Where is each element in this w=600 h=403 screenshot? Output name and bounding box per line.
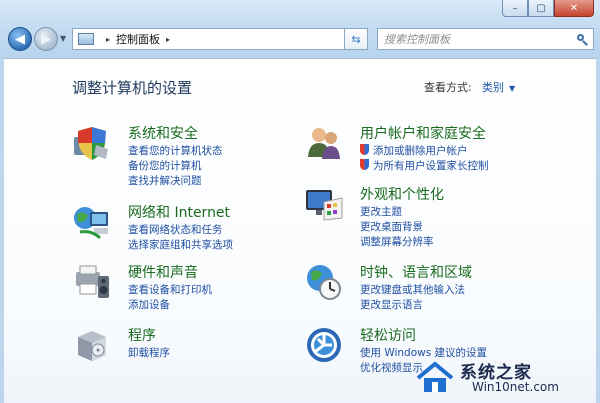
view-by-value[interactable]: 类别 [482,81,504,94]
category-title[interactable]: 用户帐户和家庭安全 [360,123,486,143]
category-title[interactable]: 系统和安全 [128,123,198,143]
link-parental-controls[interactable]: 为所有用户设置家长控制 [360,159,489,174]
programs-box-icon[interactable] [72,325,112,365]
link-add-remove-accounts[interactable]: 添加或删除用户帐户 [360,144,489,159]
category-links: 查看网络状态和任务 选择家庭组和共享选项 [128,223,233,253]
category-links: 更改主题 更改桌面背景 调整屏幕分辨率 [360,205,434,250]
category-links: 卸载程序 [128,346,170,361]
back-button[interactable]: ◀ [8,27,32,51]
category-links: 更改键盘或其他输入法 更改显示语言 [360,283,465,313]
network-globe-icon[interactable] [72,202,112,242]
search-icon[interactable] [577,33,588,45]
printer-speaker-icon[interactable] [72,262,112,302]
category-title[interactable]: 硬件和声音 [128,262,198,282]
link-devices-printers[interactable]: 查看设备和打印机 [128,283,212,298]
close-button[interactable]: ✕ [554,0,594,17]
ease-of-access-icon[interactable] [304,325,344,365]
link-uninstall-program[interactable]: 卸载程序 [128,346,170,361]
users-icon[interactable] [304,123,344,163]
view-by-label: 查看方式: [424,81,472,94]
link-backup-computer[interactable]: 备份您的计算机 [128,159,223,174]
link-keyboard-input[interactable]: 更改键盘或其他输入法 [360,283,465,298]
search-input[interactable] [378,31,566,47]
address-bar[interactable]: ▸ 控制面板 ▸ [72,28,368,50]
category-title[interactable]: 轻松访问 [360,325,416,345]
control-panel-icon [78,33,94,45]
category-links: 查看设备和打印机 添加设备 [128,283,212,313]
view-by-dropdown[interactable]: 类别 ▼ [482,79,515,95]
maximize-button[interactable]: ▢ [528,0,554,17]
category-title[interactable]: 网络和 Internet [128,202,230,222]
breadcrumb-control-panel[interactable]: 控制面板 [116,31,160,47]
refresh-icon: ⇆ [351,32,361,46]
link-display-language[interactable]: 更改显示语言 [360,298,465,313]
watermark-site: Win10net.com [472,380,559,394]
category-title[interactable]: 时钟、语言和区域 [360,262,472,282]
link-network-status[interactable]: 查看网络状态和任务 [128,223,233,238]
breadcrumb-separator[interactable]: ▸ [166,35,170,44]
security-shield-icon[interactable] [72,123,112,163]
link-screen-resolution[interactable]: 调整屏幕分辨率 [360,235,434,250]
forward-button[interactable]: ▶ [34,27,58,51]
recent-pages-dropdown[interactable]: ▼ [60,34,66,43]
content-pane: 调整计算机的设置 查看方式: 类别 ▼ 系统和安全 查看您的计算机状态 备份您的计… [4,58,596,403]
breadcrumb-separator[interactable]: ▸ [106,35,110,44]
monitor-palette-icon[interactable] [304,184,344,224]
link-desktop-background[interactable]: 更改桌面背景 [360,220,434,235]
chevron-down-icon: ▼ [509,84,516,93]
minimize-button[interactable]: – [502,0,528,17]
link-homegroup-sharing[interactable]: 选择家庭组和共享选项 [128,238,233,253]
navigation-bar: ◀ ▶ ▼ ▸ 控制面板 ▸ ⇆ [4,27,594,53]
arrow-left-icon: ◀ [15,31,25,47]
category-title[interactable]: 程序 [128,325,156,345]
arrow-right-icon: ▶ [41,31,51,47]
link-troubleshoot[interactable]: 查找并解决问题 [128,174,223,189]
search-box[interactable] [377,28,594,50]
link-change-theme[interactable]: 更改主题 [360,205,434,220]
link-view-computer-status[interactable]: 查看您的计算机状态 [128,144,223,159]
house-logo-icon [416,361,454,392]
window-controls: – ▢ ✕ [502,0,594,17]
clock-globe-icon[interactable] [304,262,344,302]
watermark: 系统之家 Win10net.com [414,358,594,398]
refresh-button[interactable]: ⇆ [344,28,368,50]
category-links: 添加或删除用户帐户 为所有用户设置家长控制 [360,144,489,174]
page-title: 调整计算机的设置 [72,79,193,97]
category-title[interactable]: 外观和个性化 [360,184,444,204]
category-links: 查看您的计算机状态 备份您的计算机 查找并解决问题 [128,144,223,189]
link-add-device[interactable]: 添加设备 [128,298,212,313]
